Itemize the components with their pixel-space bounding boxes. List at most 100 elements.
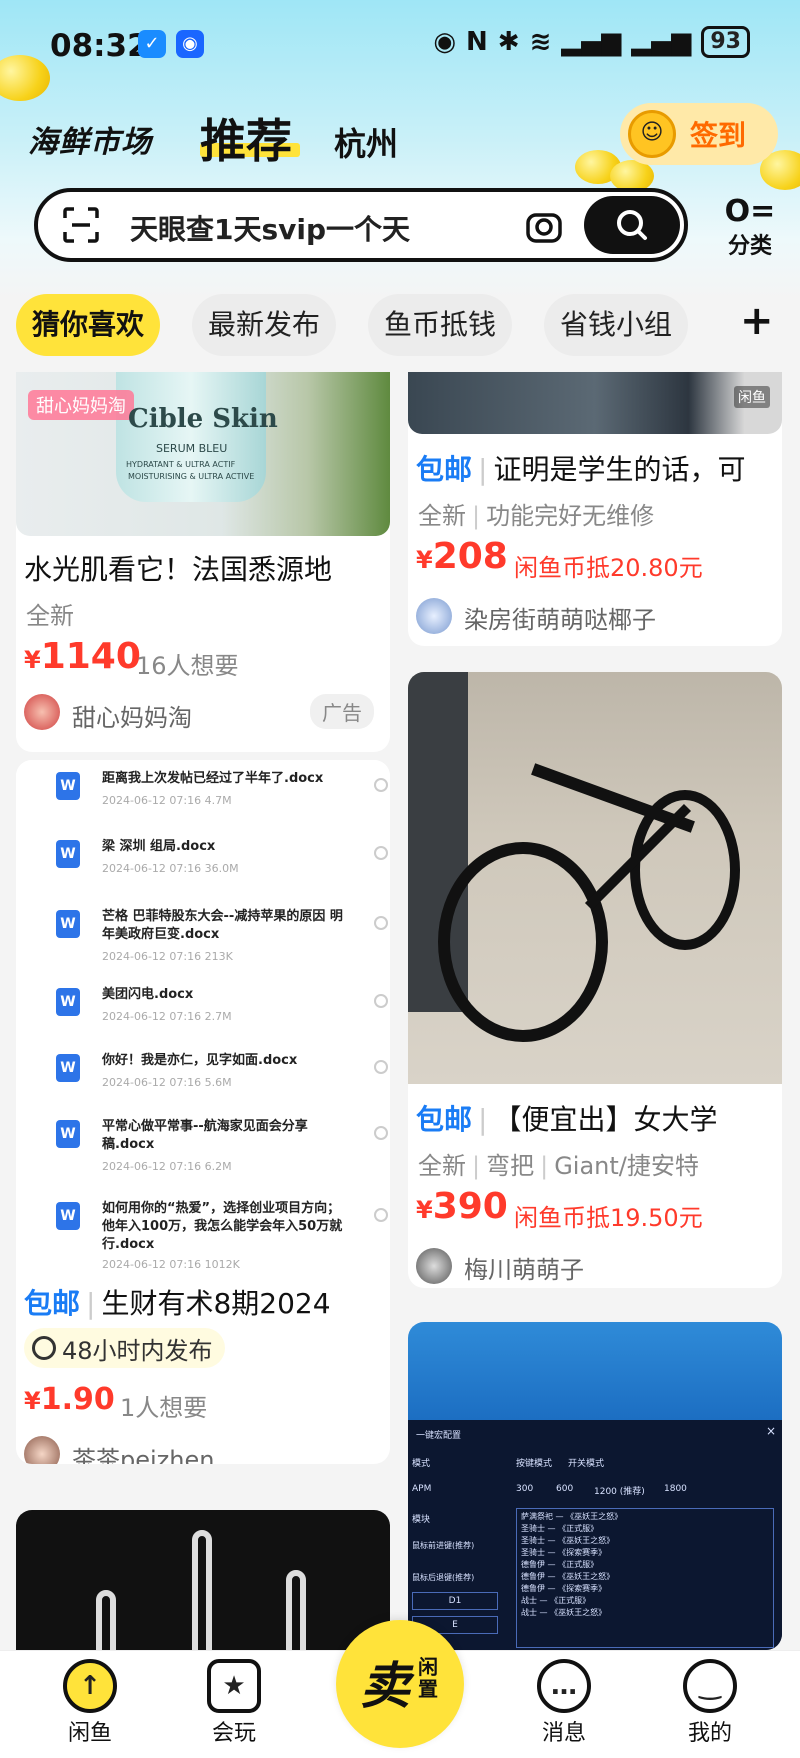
doc-select-radio	[374, 846, 388, 860]
doc-meta: 2024-06-12 07:16 6.2M	[102, 1160, 232, 1173]
product-condition: 全新 | 弯把 | Giant/捷安特	[418, 1152, 699, 1180]
doc-select-radio	[374, 916, 388, 930]
status-time: 08:32	[50, 28, 149, 64]
status-icons: ◉ N ✱ ≋ ▂▄▆ ▂▄▆ 93	[433, 26, 750, 58]
search-input[interactable]: 天眼查1天svip一个天	[130, 208, 410, 248]
tab-guess-you-like[interactable]: 猜你喜欢	[16, 294, 160, 356]
categories-icon: O=	[724, 194, 776, 229]
product-card[interactable]: 闲鱼 包邮 | 证明是学生的话，可 全新 | 功能完好无维修 ¥208 闲鱼币抵20.8…	[408, 372, 782, 646]
product-price: ¥390	[416, 1186, 508, 1227]
word-doc-icon: W	[56, 1202, 80, 1230]
image-watermark: 闲鱼	[734, 386, 770, 408]
signal-icon: ▂▄▆	[631, 27, 692, 57]
app-header: 海鲜市场 推荐 杭州 ☺ 签到	[0, 95, 800, 175]
product-title: 包邮 | 证明是学生的话，可	[416, 453, 746, 486]
nav-mine[interactable]: ‿ 我的	[660, 1659, 760, 1747]
profile-icon: ‿	[683, 1659, 737, 1713]
product-price: ¥1.90	[24, 1382, 115, 1417]
add-tab-icon[interactable]: +	[740, 298, 774, 344]
screen-label: 鼠标后退键(推荐)	[412, 1573, 475, 1582]
doc-name: 美团闪电.docx	[102, 987, 194, 1002]
product-price: ¥208	[416, 536, 508, 577]
wifi-icon: ≋	[529, 27, 552, 57]
seller-name: 梅川萌萌子	[464, 1256, 584, 1284]
nfc-icon: N	[466, 27, 488, 57]
time-badge: 48小时内发布	[24, 1328, 225, 1368]
seller-name: 茶茶peizhen	[72, 1446, 215, 1464]
screen-window: 一键宏配置 × 模式 按键模式 开关模式 APM 300 600 1200 (推…	[408, 1420, 782, 1650]
screen-close-icon: ×	[765, 1424, 776, 1438]
nav-home[interactable]: ↑ 闲鱼	[40, 1659, 140, 1747]
product-condition: 全新 | 功能完好无维修	[418, 502, 655, 530]
doc-meta: 2024-06-12 07:16 5.6M	[102, 1076, 232, 1089]
doc-select-radio	[374, 994, 388, 1008]
recommend-tab[interactable]: 推荐	[200, 105, 292, 171]
mascot-icon: ☺	[628, 110, 676, 158]
sell-button[interactable]: 卖 闲置	[336, 1620, 464, 1748]
product-card[interactable]: 甜心妈妈淘 Cible Skin SERUM BLEU HYDRATANT & …	[16, 372, 390, 752]
doc-name: 距离我上次发帖已经过了半年了.docx	[102, 771, 324, 786]
screen-list: 萨满祭祀 — 《巫妖王之怒》 圣骑士 — 《正式服》 圣骑士 — 《巫妖王之怒》…	[516, 1508, 774, 1648]
free-shipping-badge: 包邮	[416, 453, 473, 486]
seller-avatar	[24, 1436, 60, 1464]
seller-name: 染房街萌萌哒椰子	[464, 606, 656, 634]
coin-deduction: 闲鱼币抵20.80元	[514, 554, 703, 582]
feed-tabs: 猜你喜欢 最新发布 鱼币抵钱 省钱小组 +	[16, 294, 800, 360]
screen-option: 600	[556, 1484, 574, 1494]
screen-option: 300	[516, 1484, 534, 1494]
word-doc-icon: W	[56, 840, 80, 868]
product-card[interactable]: 包邮 | 【便宜出】女大学 全新 | 弯把 | Giant/捷安特 ¥390 闲鱼币抵19.…	[408, 672, 782, 1288]
camera-icon[interactable]	[524, 206, 564, 246]
city-tab[interactable]: 杭州	[334, 119, 398, 165]
signal-icon: ▂▄▆	[561, 27, 622, 57]
search-button[interactable]	[584, 196, 680, 254]
bluetooth-icon: ✱	[497, 27, 520, 57]
ad-badge: 广告	[310, 694, 374, 729]
home-arrow-icon: ↑	[63, 1659, 117, 1713]
screen-option: 1800	[664, 1484, 687, 1494]
tab-save-group[interactable]: 省钱小组	[544, 294, 688, 356]
checkin-label: 签到	[690, 119, 747, 152]
categories-button[interactable]: O= 分类	[718, 196, 782, 260]
wants-count: 1人想要	[120, 1394, 208, 1422]
screen-option: 开关模式	[568, 1459, 605, 1469]
scan-icon[interactable]	[62, 206, 100, 244]
search-icon	[617, 210, 647, 240]
doc-select-radio	[374, 1126, 388, 1140]
screen-option: 1200 (推荐)	[594, 1487, 645, 1497]
product-image: 一键宏配置 × 模式 按键模式 开关模式 APM 300 600 1200 (推…	[408, 1322, 782, 1650]
product-card[interactable]: W 距离我上次发帖已经过了半年了.docx 2024-06-12 07:16 4…	[16, 760, 390, 1464]
app-notification-icon: ✓	[138, 30, 166, 58]
free-shipping-badge: 包邮	[416, 1103, 473, 1136]
seafood-market-tab[interactable]: 海鲜市场	[28, 117, 152, 161]
word-doc-icon: W	[56, 1054, 80, 1082]
bottle-text: MOISTURISING & ULTRA ACTIVE	[128, 472, 255, 481]
doc-name: 你好！我是亦仁，见字如面.docx	[102, 1053, 298, 1068]
categories-label: 分类	[727, 234, 772, 259]
nav-mine-label: 我的	[687, 1721, 732, 1746]
screen-label: 鼠标前进键(推荐)	[412, 1541, 475, 1550]
tab-latest[interactable]: 最新发布	[192, 294, 336, 356]
tab-coin-deduct[interactable]: 鱼币抵钱	[368, 294, 512, 356]
nav-messages-label: 消息	[541, 1721, 586, 1746]
wants-count: 16人想要	[136, 652, 239, 680]
star-icon: ★	[207, 1659, 261, 1713]
checkin-button[interactable]: ☺ 签到	[620, 103, 778, 165]
screen-label: D1	[412, 1592, 498, 1610]
screen-label: 模式	[412, 1459, 431, 1469]
seller-avatar	[416, 1248, 452, 1284]
bottle-text: SERUM BLEU	[156, 442, 228, 455]
product-image: 闲鱼	[408, 372, 782, 434]
doc-name: 梁 深圳 组局.docx	[102, 839, 216, 854]
product-condition: 全新	[26, 602, 74, 630]
product-price: ¥1140	[24, 636, 141, 677]
search-bar[interactable]: 天眼查1天svip一个天	[34, 188, 688, 262]
doc-select-radio	[374, 1208, 388, 1222]
battery-indicator: 93	[701, 26, 750, 58]
product-card[interactable]: 一键宏配置 × 模式 按键模式 开关模式 APM 300 600 1200 (推…	[408, 1322, 782, 1650]
product-title: 水光肌看它！法国悉源地	[24, 553, 333, 586]
nav-play[interactable]: ★ 会玩	[184, 1659, 284, 1747]
doc-name: 芒格 巴菲特股东大会--减持苹果的原因 明年美政府巨变.docx	[102, 909, 343, 942]
doc-meta: 2024-06-12 07:16 4.7M	[102, 794, 232, 807]
nav-messages[interactable]: … 消息	[514, 1659, 614, 1747]
